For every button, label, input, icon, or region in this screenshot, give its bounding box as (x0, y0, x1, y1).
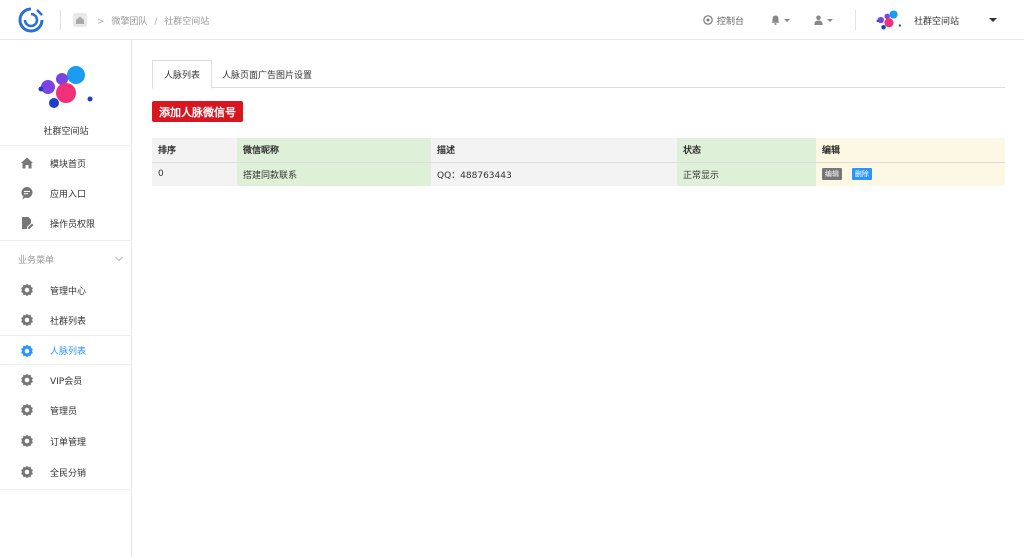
brand-logo-icon (38, 66, 93, 108)
sidebar-item-label: 管理员 (50, 406, 78, 417)
dashboard-icon (703, 15, 713, 25)
add-contact-wechat-button[interactable]: 添加人脉微信号 (152, 101, 243, 122)
divider (0, 145, 132, 146)
notification-dropdown[interactable] (771, 0, 790, 40)
delete-button[interactable]: 删除 (851, 168, 872, 181)
console-label: 控制台 (717, 16, 745, 27)
cell-description: QQ：488763443 (431, 162, 677, 186)
tab-label: 人脉页面广告图片设置 (222, 70, 313, 81)
cell-order: 0 (152, 162, 237, 186)
sidebar-item-app-entry[interactable]: 应用入口 (0, 178, 132, 208)
chat-icon (21, 187, 33, 200)
divider (0, 240, 132, 241)
sidebar-item-operator-permissions[interactable]: 操作员权限 (0, 208, 132, 238)
divider (0, 489, 132, 490)
section-label: 业务菜单 (18, 256, 55, 266)
sidebar: 社群空间站 模块首页 应用入口 操作员权限 业务菜单 管理中心 社群列表 人脉列… (0, 40, 132, 557)
user-dropdown[interactable] (814, 0, 833, 40)
document-edit-icon (22, 217, 34, 229)
sidebar-item-management-center[interactable]: 管理中心 (0, 275, 132, 305)
sidebar-item-label: 模块首页 (50, 159, 87, 170)
sidebar-item-label: 订单管理 (50, 437, 87, 448)
table-row: 0 搭建同款联系 QQ：488763443 正常显示 编辑 删除 (152, 162, 1005, 186)
app-logo-icon[interactable] (18, 7, 44, 33)
cell-nickname: 搭建同款联系 (237, 162, 431, 186)
sidebar-item-community-list[interactable]: 社群列表 (0, 305, 132, 335)
breadcrumb-separator: / (154, 17, 158, 27)
tab-ad-image-settings[interactable]: 人脉页面广告图片设置 (211, 60, 323, 88)
gear-icon (21, 313, 33, 327)
gear-icon (21, 403, 33, 417)
sidebar-item-label: 管理中心 (50, 286, 87, 297)
top-bar: > 微擎团队 / 社群空间站 控制台 社群空间站 (0, 0, 1024, 40)
tab-contacts-list[interactable]: 人脉列表 (152, 60, 213, 89)
cell-actions: 编辑 删除 (816, 162, 1005, 186)
tab-bar: 人脉列表 人脉页面广告图片设置 (152, 60, 1005, 89)
column-header-status[interactable]: 状态 (677, 138, 816, 163)
home-icon (21, 157, 33, 169)
breadcrumb-site[interactable]: 社群空间站 (164, 17, 209, 27)
sidebar-item-distribution[interactable]: 全民分销 (0, 457, 132, 487)
gear-icon (21, 283, 33, 297)
table-header-row: 排序 微信昵称 描述 状态 编辑 (152, 138, 1005, 163)
breadcrumb: > 微擎团队 / 社群空间站 (97, 14, 209, 27)
sidebar-item-label: 全民分销 (50, 468, 87, 479)
site-logo-icon (876, 10, 902, 30)
cell-status: 正常显示 (677, 162, 816, 186)
caret-down-icon (827, 18, 833, 22)
column-header-order[interactable]: 排序 (152, 138, 237, 163)
bell-icon (771, 15, 780, 25)
site-name: 社群空间站 (914, 16, 960, 27)
sidebar-item-contacts-list[interactable]: 人脉列表 (0, 335, 132, 365)
chevron-down-icon[interactable] (115, 255, 123, 263)
caret-down-icon (784, 18, 790, 22)
user-icon (814, 15, 823, 25)
column-header-nickname[interactable]: 微信昵称 (237, 138, 431, 163)
home-icon[interactable] (73, 13, 87, 27)
sidebar-item-label: VIP会员 (50, 376, 83, 387)
divider (60, 10, 61, 30)
sidebar-item-label: 社群列表 (50, 316, 87, 327)
sidebar-item-label: 人脉列表 (50, 346, 87, 357)
breadcrumb-team[interactable]: 微擎团队 (111, 17, 147, 27)
sidebar-item-label: 应用入口 (50, 189, 87, 200)
gear-icon (21, 465, 33, 479)
brand-name: 社群空间站 (43, 127, 89, 137)
gear-icon (21, 434, 33, 448)
sidebar-item-vip-members[interactable]: VIP会员 (0, 365, 132, 395)
console-link[interactable]: 控制台 (703, 0, 744, 40)
edit-button[interactable]: 编辑 (822, 168, 842, 181)
divider (855, 10, 856, 30)
column-header-edit: 编辑 (816, 138, 1005, 163)
tab-label: 人脉列表 (164, 71, 201, 81)
chevron-right-icon: > (97, 17, 105, 27)
site-switcher[interactable]: 社群空间站 (876, 0, 998, 40)
sidebar-item-order-management[interactable]: 订单管理 (0, 426, 132, 456)
sidebar-item-label: 操作员权限 (50, 219, 96, 230)
gear-icon (21, 373, 33, 387)
gear-icon (21, 344, 33, 358)
sidebar-item-module-home[interactable]: 模块首页 (0, 148, 132, 178)
caret-down-icon (989, 18, 998, 22)
column-header-description[interactable]: 描述 (431, 138, 677, 163)
contacts-table: 排序 微信昵称 描述 状态 编辑 0 搭建同款联系 QQ：488763443 正… (152, 138, 1005, 186)
sidebar-item-administrators[interactable]: 管理员 (0, 395, 132, 425)
